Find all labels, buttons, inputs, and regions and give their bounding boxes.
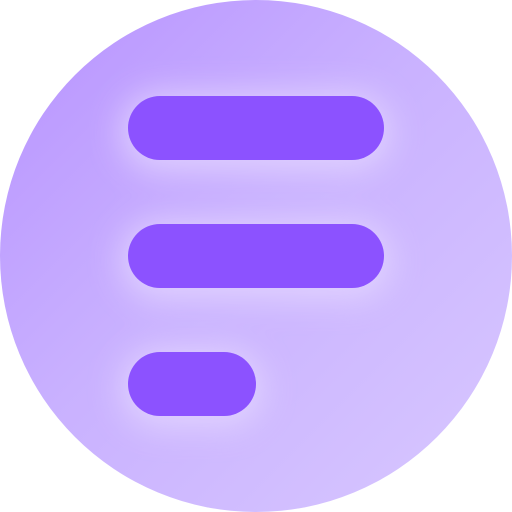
menu-bar-top (128, 96, 384, 160)
menu-bar-middle (128, 224, 384, 288)
menu-bar-bottom (128, 352, 256, 416)
app-icon-canvas (0, 0, 512, 512)
menu-lines-icon (0, 0, 512, 512)
